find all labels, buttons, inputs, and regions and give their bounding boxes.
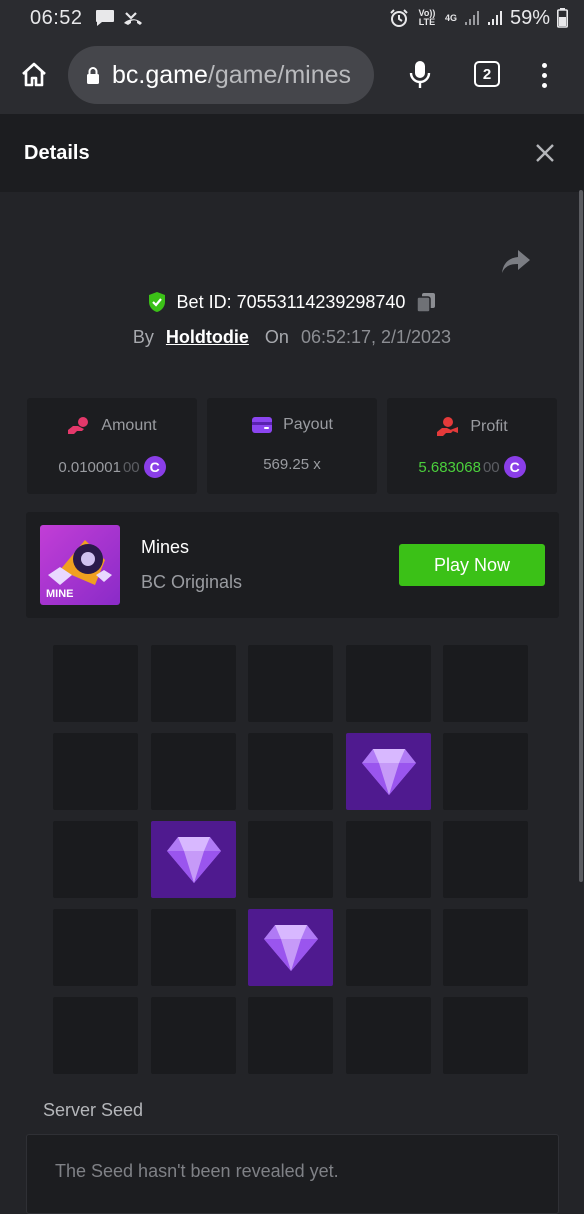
stat-label: Amount <box>101 417 157 434</box>
stat-value-trailing: 00 <box>482 458 500 476</box>
grid-tile <box>346 645 431 722</box>
bet-timestamp: 06:52:17, 2/1/2023 <box>300 326 452 347</box>
menu-dot <box>541 82 547 88</box>
grid-tile <box>53 821 138 898</box>
grid-tile <box>248 733 333 810</box>
home-icon <box>22 62 46 87</box>
diamond-icon <box>263 924 318 971</box>
stat-value: 5.683068 <box>418 458 481 476</box>
bet-id-value: 70553114239298740 <box>236 291 406 312</box>
message-icon <box>95 10 114 26</box>
status-time: 06:52 <box>30 6 83 29</box>
grid-tile <box>443 997 528 1074</box>
page-title: Details <box>24 141 90 164</box>
game-thumbnail[interactable]: MINE <box>40 525 120 605</box>
microphone-icon <box>409 61 431 88</box>
missed-call-icon <box>123 12 142 25</box>
grid-tile <box>53 997 138 1074</box>
server-seed-box: The Seed hasn't been revealed yet. <box>26 1134 559 1214</box>
grid-tile <box>151 645 236 722</box>
grid-tile <box>248 821 333 898</box>
network-indicator: 4G <box>444 12 457 23</box>
menu-dot <box>541 72 547 78</box>
close-icon[interactable] <box>534 142 556 164</box>
tab-switcher-button[interactable]: 2 <box>474 61 500 87</box>
status-bar: 06:52 Vo)) LTE 4G 59% <box>0 0 584 36</box>
server-seed-label: Server Seed <box>43 1100 144 1120</box>
grid-tile <box>53 909 138 986</box>
diamond-icon <box>361 748 416 795</box>
currency-coin-icon: C <box>143 456 166 478</box>
by-label: By <box>132 326 154 347</box>
grid-tile <box>151 909 236 986</box>
url-host: bc.game <box>112 60 208 89</box>
lock-icon <box>87 67 99 84</box>
battery-percent: 59% <box>509 6 550 29</box>
grid-tile-gem <box>346 733 431 810</box>
game-card: MINE Mines BC Originals Play Now <box>26 512 559 618</box>
browser-menu-button[interactable] <box>532 36 556 114</box>
stat-label: Profit <box>470 418 508 435</box>
grid-tile <box>443 733 528 810</box>
menu-dot <box>541 62 547 68</box>
grid-tile <box>248 645 333 722</box>
shield-check-icon <box>148 292 165 312</box>
stat-profit: Profit 5.683068 00 C <box>387 398 557 494</box>
stat-amount: Amount 0.010001 00 C <box>27 398 197 494</box>
grid-tile <box>151 733 236 810</box>
scrollbar[interactable] <box>579 190 583 882</box>
signal-icon <box>464 11 479 25</box>
stat-value: 0.010001 <box>58 458 121 476</box>
game-thumb-label: MINE <box>46 588 74 600</box>
stat-label: Payout <box>283 416 333 433</box>
game-title: Mines <box>141 537 190 557</box>
stat-value-trailing: 00 <box>122 458 140 476</box>
alarm-icon <box>390 9 408 27</box>
url-path: /game/mines <box>207 60 352 89</box>
grid-tile <box>53 645 138 722</box>
share-icon[interactable] <box>500 248 532 276</box>
game-subtitle: BC Originals <box>141 572 243 592</box>
currency-coin-icon: C <box>503 456 526 478</box>
grid-tile <box>151 997 236 1074</box>
browser-toolbar: bc.game/game/mines 2 <box>0 36 584 114</box>
server-seed-value: The Seed hasn't been revealed yet. <box>55 1161 339 1181</box>
stat-payout: Payout 569.25 x <box>207 398 377 494</box>
grid-tile <box>248 997 333 1074</box>
bet-byline: By Holdtodie On 06:52:17, 2/1/2023 <box>0 324 584 350</box>
hand-profit-icon <box>437 417 459 436</box>
grid-tile <box>443 909 528 986</box>
bet-id-label: Bet ID: <box>176 291 232 312</box>
signal-icon-2 <box>487 11 502 25</box>
bet-id-row: Bet ID: 70553114239298740 <box>0 288 584 316</box>
volte-indicator: Vo)) LTE <box>418 8 436 27</box>
copy-icon[interactable] <box>415 291 437 313</box>
wallet-icon <box>252 417 273 433</box>
details-header: Details <box>0 114 584 192</box>
grid-tile <box>443 645 528 722</box>
address-bar[interactable]: bc.game/game/mines <box>68 46 374 104</box>
grid-tile <box>346 909 431 986</box>
username-link[interactable]: Holdtodie <box>166 327 249 348</box>
play-now-button[interactable]: Play Now <box>399 544 545 586</box>
grid-tile <box>443 821 528 898</box>
stat-value: 569.25 x <box>263 456 321 473</box>
grid-tile <box>53 733 138 810</box>
voice-search-button[interactable] <box>400 36 440 114</box>
grid-tile <box>346 997 431 1074</box>
grid-tile <box>346 821 431 898</box>
hand-coins-icon <box>68 417 89 434</box>
home-button[interactable] <box>0 36 68 114</box>
mines-grid <box>53 645 528 1074</box>
battery-icon <box>557 8 568 28</box>
mines-logo-icon: MINE <box>46 540 112 600</box>
diamond-icon <box>166 836 221 883</box>
grid-tile-gem <box>151 821 236 898</box>
on-label: On <box>264 326 289 347</box>
grid-tile-gem <box>248 909 333 986</box>
